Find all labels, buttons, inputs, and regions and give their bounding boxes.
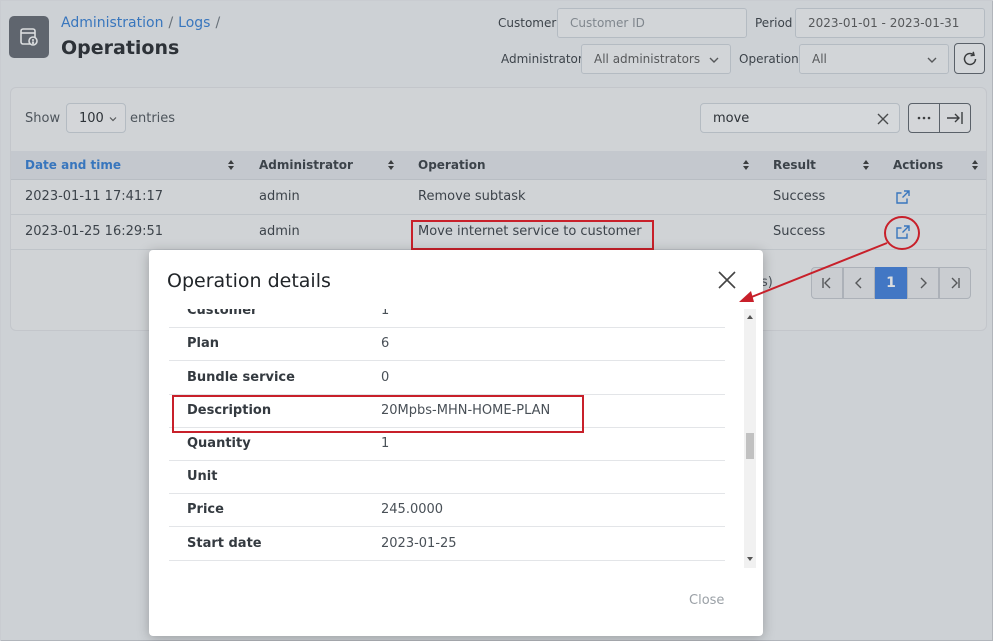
detail-label: Bundle service [187, 370, 295, 385]
detail-value: 1 [381, 309, 390, 318]
detail-value: 2023-01-25 [381, 536, 457, 551]
detail-label: Start date [187, 536, 262, 551]
detail-row: Plan 6 [169, 328, 725, 361]
detail-label: Unit [187, 469, 218, 484]
annotation-highlight-description [172, 395, 584, 433]
detail-value: 1 [381, 436, 390, 451]
scrollbar-thumb[interactable] [746, 433, 754, 459]
detail-label: Plan [187, 336, 220, 351]
detail-row: Start date 2023-01-25 [169, 528, 725, 561]
detail-value: 6 [381, 336, 390, 351]
detail-label: Price [187, 502, 224, 517]
detail-row: Customer 1 [169, 309, 725, 328]
operation-details-modal: Operation details Customer 1 Plan 6 Bund… [149, 250, 763, 636]
detail-row: Unit [169, 461, 725, 494]
modal-title: Operation details [167, 270, 331, 292]
detail-row: Price 245.0000 [169, 494, 725, 527]
detail-row: Bundle service 0 [169, 362, 725, 395]
detail-value: 245.0000 [381, 502, 444, 517]
details-scrollbar[interactable] [744, 309, 756, 568]
scroll-up-icon[interactable] [746, 314, 754, 320]
details-list: Customer 1 Plan 6 Bundle service 0 Descr… [169, 309, 741, 568]
operations-page: Administration / Logs / Operations Customer… [0, 0, 993, 641]
scroll-down-icon[interactable] [746, 556, 754, 562]
close-button[interactable]: Close [689, 593, 724, 608]
close-icon[interactable] [717, 270, 737, 290]
annotation-highlight-operation [411, 220, 654, 250]
detail-value: 0 [381, 370, 390, 385]
detail-label: Quantity [187, 436, 251, 451]
detail-label: Customer [187, 309, 258, 318]
